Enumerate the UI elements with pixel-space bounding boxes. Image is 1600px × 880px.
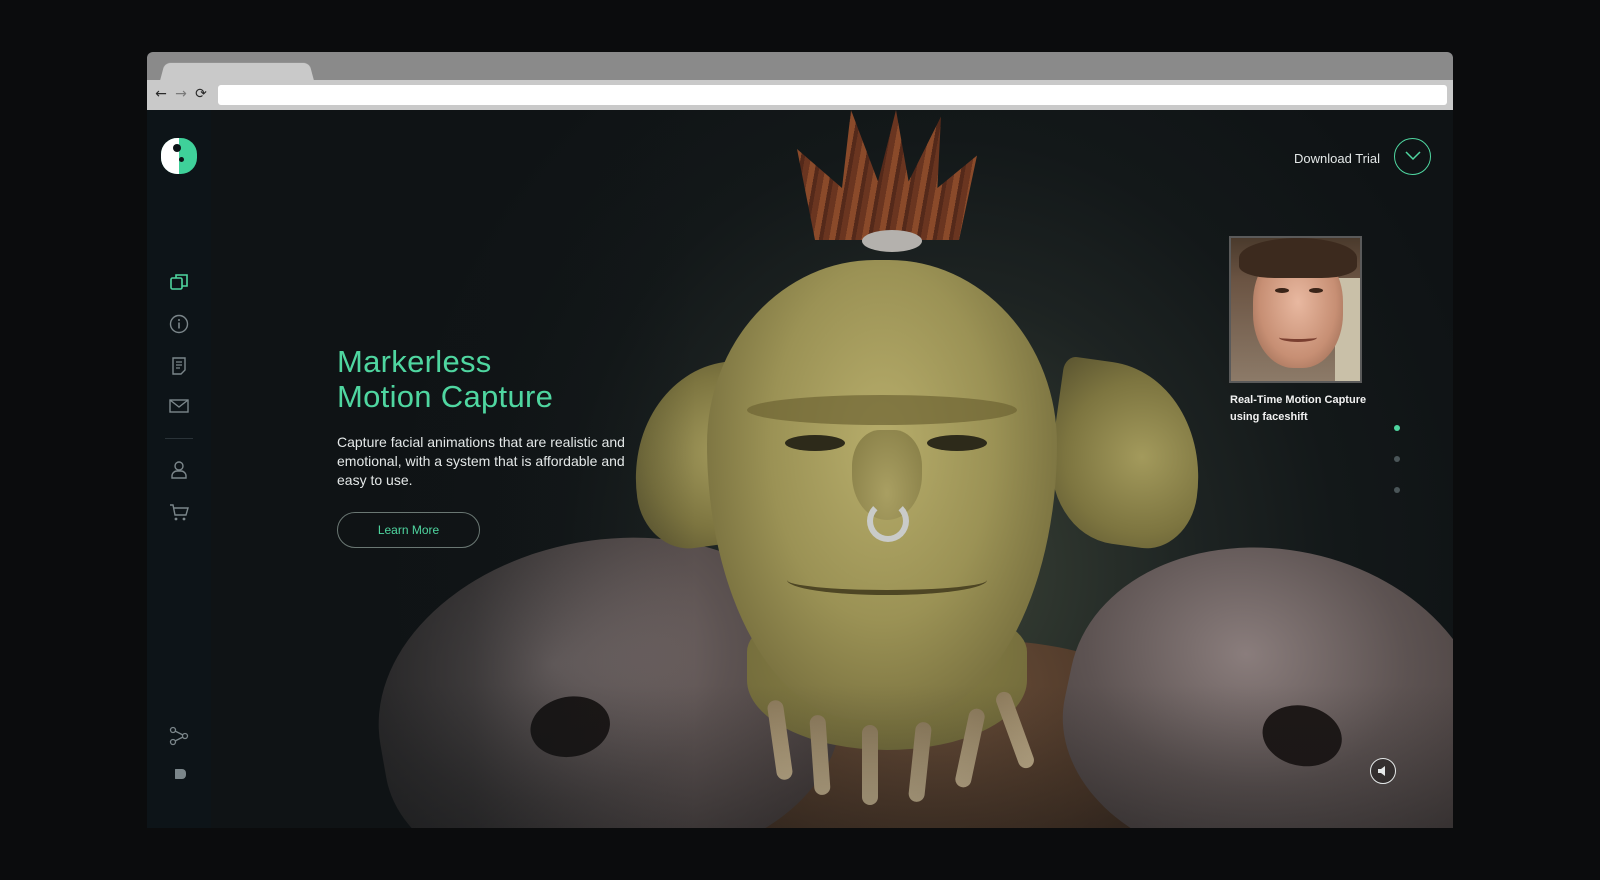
video-thumbnail[interactable] [1229,236,1362,383]
hero-description: Capture facial animations that are reali… [337,434,625,488]
share-icon [169,726,189,746]
logo-dot [179,157,184,162]
social-icon [172,769,186,779]
sidebar-item-cart[interactable] [168,501,190,523]
logo-dot [173,144,181,152]
browser-window: ← → ⟳ Markerless Motion Capture Capture … [147,52,1453,828]
speaker-icon [1378,766,1385,776]
sidebar-item-info[interactable] [168,313,190,335]
sidebar-item-document[interactable] [168,355,190,377]
learn-more-button[interactable]: Learn More [337,512,480,548]
mail-icon [169,399,189,413]
download-trial-button[interactable] [1394,138,1431,175]
reload-button[interactable]: ⟳ [193,85,209,103]
copy-icon [170,274,188,290]
sidebar-divider [165,438,193,439]
slide-dot-1[interactable] [1394,425,1400,431]
document-icon [172,357,186,375]
download-trial-link[interactable]: Download Trial [1294,151,1380,166]
sound-toggle-button[interactable] [1370,758,1396,784]
slide-dot-3[interactable] [1394,487,1400,493]
sidebar-item-social[interactable] [168,763,190,785]
back-button[interactable]: ← [153,85,169,103]
actor-eye [1309,288,1323,293]
page-viewport: Markerless Motion Capture Capture facial… [147,110,1453,828]
hero-title: Markerless Motion Capture [337,344,554,414]
sidebar [147,110,211,828]
sidebar-item-mail[interactable] [168,395,190,417]
faceshift-logo-icon[interactable] [161,138,197,174]
actor-hair [1239,238,1357,278]
cart-icon [170,504,189,521]
address-bar[interactable] [218,85,1447,105]
chevron-down-icon [1405,151,1421,161]
actor-smile [1279,333,1317,342]
actor-eye [1275,288,1289,293]
slide-dot-2[interactable] [1394,456,1400,462]
sidebar-item-share[interactable] [168,725,190,747]
forward-button[interactable]: → [173,85,189,103]
info-icon [169,314,189,334]
sidebar-item-copy[interactable] [168,271,190,293]
sidebar-item-account[interactable] [168,459,190,481]
user-icon [171,461,187,479]
browser-chrome: ← → ⟳ [147,52,1453,110]
video-caption: Real-Time Motion Capture using faceshift [1230,394,1367,423]
